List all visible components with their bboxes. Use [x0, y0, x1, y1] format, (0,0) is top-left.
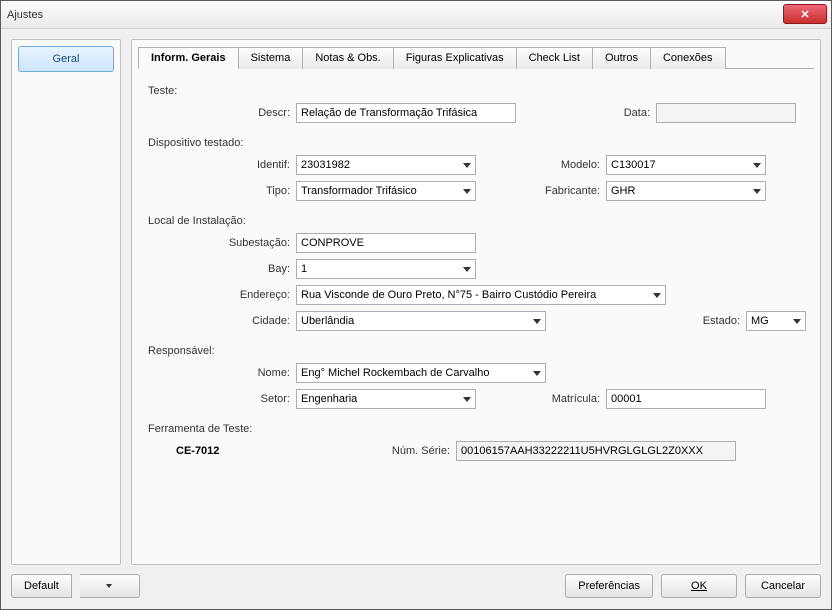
button-label: Preferências — [578, 580, 640, 592]
bay-combo[interactable]: 1 — [296, 259, 476, 279]
nome-combo[interactable]: Eng° Michel Rockembach de Carvalho — [296, 363, 546, 383]
tab-notas-obs[interactable]: Notas & Obs. — [302, 47, 393, 69]
tab-label: Figuras Explicativas — [406, 52, 504, 64]
setor-combo[interactable]: Engenharia — [296, 389, 476, 409]
default-dropdown[interactable] — [80, 574, 140, 598]
endereco-combo[interactable]: Rua Visconde de Ouro Preto, N°75 - Bairr… — [296, 285, 666, 305]
tab-sistema[interactable]: Sistema — [238, 47, 304, 69]
field-value: Uberlândia — [301, 315, 354, 327]
label-descr: Descr: — [146, 107, 296, 119]
field-value: 23031982 — [301, 159, 350, 171]
sidebar: Geral — [11, 39, 121, 565]
tab-label: Outros — [605, 52, 638, 64]
cidade-combo[interactable]: Uberlândia — [296, 311, 546, 331]
label-estado: Estado: — [546, 315, 746, 327]
label-modelo: Modelo: — [476, 159, 606, 171]
label-tipo: Tipo: — [146, 185, 296, 197]
data-input — [656, 103, 796, 123]
label-num-serie: Núm. Série: — [296, 445, 456, 457]
label-subestacao: Subestação: — [146, 237, 296, 249]
field-value: CONPROVE — [301, 237, 364, 249]
label-nome: Nome: — [146, 367, 296, 379]
sidebar-item-geral[interactable]: Geral — [18, 46, 114, 72]
field-value: 00106157AAH33222211U5HVRGLGLGL2Z0XXX — [461, 445, 703, 457]
cancel-button[interactable]: Cancelar — [745, 574, 821, 598]
modelo-combo[interactable]: C130017 — [606, 155, 766, 175]
section-dispositivo: Dispositivo testado: — [148, 137, 806, 149]
ferramenta-modelo: CE-7012 — [176, 445, 296, 457]
tabpage-inform-gerais: Teste: Descr: Relação de Transformação T… — [138, 69, 814, 557]
default-button-group: Default — [11, 574, 140, 598]
field-value: GHR — [611, 185, 635, 197]
tab-label: Notas & Obs. — [315, 52, 380, 64]
button-label: Default — [24, 580, 59, 592]
label-fabricante: Fabricante: — [476, 185, 606, 197]
field-value: Transformador Trifásico — [301, 185, 417, 197]
tab-conexoes[interactable]: Conexões — [650, 47, 726, 69]
default-button[interactable]: Default — [11, 574, 72, 598]
sidebar-item-label: Geral — [53, 53, 80, 65]
window-body: Geral Inform. Gerais Sistema Notas & Obs… — [1, 29, 831, 609]
field-value: MG — [751, 315, 769, 327]
section-responsavel: Responsável: — [148, 345, 806, 357]
estado-combo[interactable]: MG — [746, 311, 806, 331]
tab-outros[interactable]: Outros — [592, 47, 651, 69]
titlebar: Ajustes ✕ — [1, 1, 831, 29]
tab-label: Check List — [529, 52, 580, 64]
field-value: Relação de Transformação Trifásica — [301, 107, 477, 119]
window-title: Ajustes — [7, 9, 43, 21]
label-data: Data: — [516, 107, 656, 119]
tab-label: Conexões — [663, 52, 713, 64]
subestacao-input[interactable]: CONPROVE — [296, 233, 476, 253]
field-value: 00001 — [611, 393, 642, 405]
section-teste: Teste: — [148, 85, 806, 97]
footer: Default Preferências OK Cancelar — [11, 571, 821, 601]
tab-label: Sistema — [251, 52, 291, 64]
label-matricula: Matrícula: — [476, 393, 606, 405]
field-value: Engenharia — [301, 393, 357, 405]
label-endereco: Endereço: — [146, 289, 296, 301]
label-setor: Setor: — [146, 393, 296, 405]
tab-figuras[interactable]: Figuras Explicativas — [393, 47, 517, 69]
label-bay: Bay: — [146, 263, 296, 275]
button-label: OK — [691, 580, 707, 592]
identif-combo[interactable]: 23031982 — [296, 155, 476, 175]
window: Ajustes ✕ Geral Inform. Gerais Sistema N… — [0, 0, 832, 610]
ok-button[interactable]: OK — [661, 574, 737, 598]
descr-input[interactable]: Relação de Transformação Trifásica — [296, 103, 516, 123]
field-value: 1 — [301, 263, 307, 275]
tab-label: Inform. Gerais — [151, 52, 226, 64]
button-label: Cancelar — [761, 580, 805, 592]
field-value: C130017 — [611, 159, 656, 171]
tab-inform-gerais[interactable]: Inform. Gerais — [138, 47, 239, 69]
field-value: Eng° Michel Rockembach de Carvalho — [301, 367, 489, 379]
fabricante-combo[interactable]: GHR — [606, 181, 766, 201]
close-icon: ✕ — [800, 8, 809, 21]
matricula-input[interactable]: 00001 — [606, 389, 766, 409]
label-cidade: Cidade: — [146, 315, 296, 327]
tab-checklist[interactable]: Check List — [516, 47, 593, 69]
main-panel: Inform. Gerais Sistema Notas & Obs. Figu… — [131, 39, 821, 565]
section-ferramenta: Ferramenta de Teste: — [148, 423, 806, 435]
label-identif: Identif: — [146, 159, 296, 171]
close-button[interactable]: ✕ — [783, 4, 827, 24]
section-local: Local de Instalação: — [148, 215, 806, 227]
num-serie-input: 00106157AAH33222211U5HVRGLGLGL2Z0XXX — [456, 441, 736, 461]
tipo-combo[interactable]: Transformador Trifásico — [296, 181, 476, 201]
tab-bar: Inform. Gerais Sistema Notas & Obs. Figu… — [138, 46, 814, 69]
field-value: Rua Visconde de Ouro Preto, N°75 - Bairr… — [301, 289, 596, 301]
preferencias-button[interactable]: Preferências — [565, 574, 653, 598]
